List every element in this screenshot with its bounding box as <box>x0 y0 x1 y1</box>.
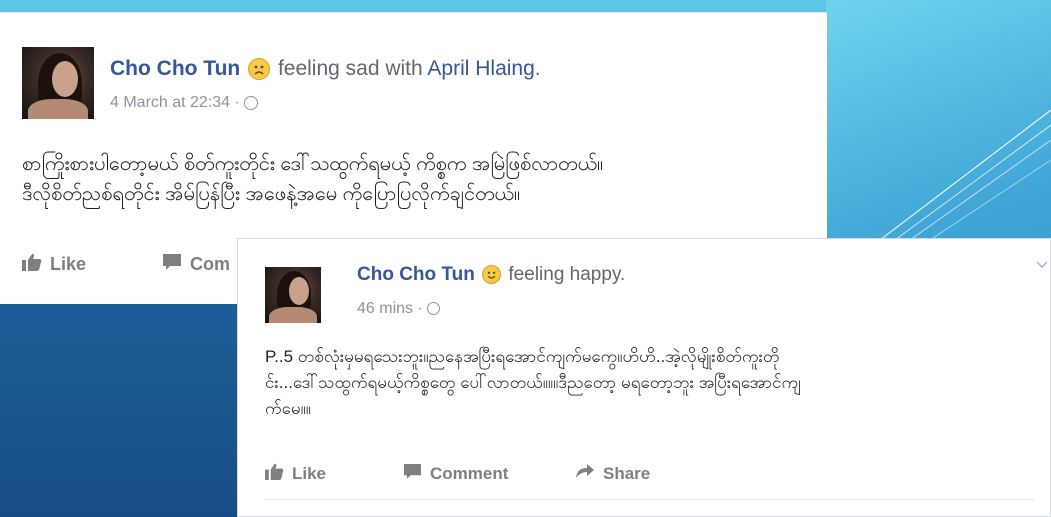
globe-icon[interactable] <box>427 302 441 316</box>
comment-button[interactable]: Com <box>162 253 230 276</box>
like-button[interactable]: Like <box>265 463 326 485</box>
thumbs-up-icon <box>22 253 42 276</box>
meta-separator: · <box>230 94 245 111</box>
post-actions: Like Com <box>22 253 242 277</box>
post-body-text: စာကြိုးစားပါတော့မယ် စိတ်ကူးတိုင်း ဒေါ်သထ… <box>22 153 604 205</box>
header-period: . <box>534 57 541 80</box>
sad-face-icon <box>248 58 271 81</box>
feeling-text: feeling happy. <box>508 264 626 285</box>
post-actions: Like Comment Share <box>265 463 685 487</box>
feeling-text: feeling sad with <box>277 57 423 80</box>
like-button[interactable]: Like <box>22 253 86 276</box>
thumbs-up-icon <box>265 463 284 485</box>
timestamp-link[interactable]: 46 mins <box>357 300 413 317</box>
post-meta: 46 mins · <box>357 300 441 318</box>
author-name-link[interactable]: Cho Cho Tun <box>110 57 240 80</box>
share-label: Share <box>603 463 651 483</box>
smile-face-icon <box>482 265 502 285</box>
like-label: Like <box>50 254 87 274</box>
post-meta: 4 March at 22:34 · <box>110 94 259 112</box>
comment-label: Comment <box>430 464 509 483</box>
comment-icon <box>403 463 422 485</box>
share-button[interactable]: Share <box>575 463 650 484</box>
chevron-down-icon[interactable] <box>1036 261 1048 269</box>
profile-avatar[interactable] <box>265 267 321 323</box>
comment-label: Com <box>190 254 230 274</box>
meta-separator: · <box>413 300 428 317</box>
author-name-link[interactable]: Cho Cho Tun <box>357 264 475 285</box>
tagged-friend-link[interactable]: April Hlaing <box>427 57 534 80</box>
comment-button[interactable]: Comment <box>403 463 508 485</box>
post-header: Cho Cho Tun feeling sad with April Hlain… <box>110 57 541 81</box>
like-label: Like <box>292 464 327 483</box>
timestamp-link[interactable]: 4 March at 22:34 <box>110 94 230 111</box>
globe-icon[interactable] <box>244 95 259 110</box>
profile-avatar[interactable] <box>22 47 94 119</box>
share-arrow-icon <box>575 463 595 484</box>
facebook-post-2: Cho Cho Tun feeling happy. 46 mins · P..… <box>237 238 1051 517</box>
post-header: Cho Cho Tun feeling happy. <box>357 264 625 286</box>
comment-icon <box>162 253 182 276</box>
post-body-text: P..5 တစ်လုံးမှမရသေးဘူး။ညနေအပြီးရအောင်ကျက… <box>265 347 801 418</box>
post-divider <box>265 499 1035 500</box>
